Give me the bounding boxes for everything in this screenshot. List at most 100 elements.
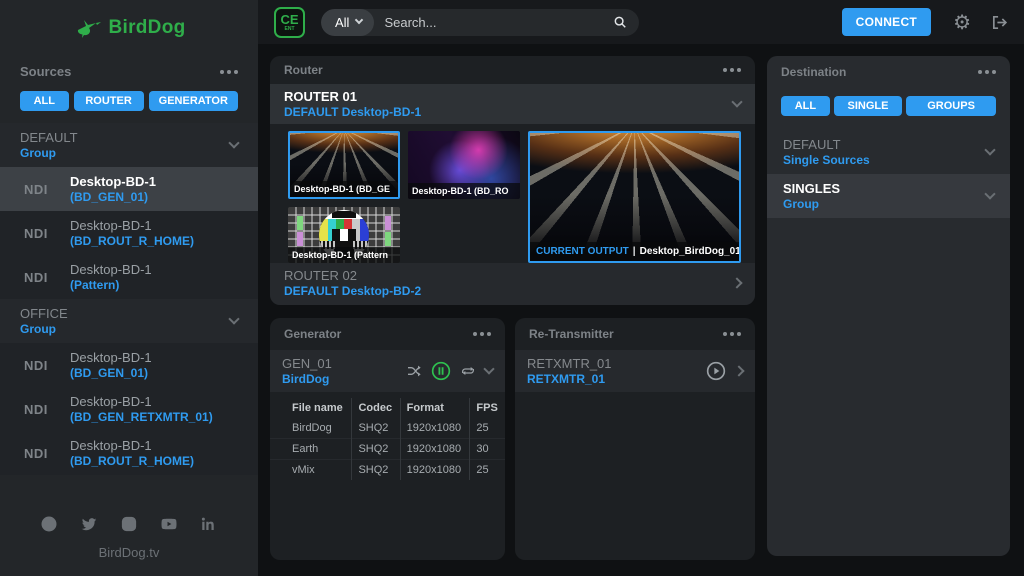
generator-source-name: BirdDog xyxy=(282,372,332,386)
twitter-icon[interactable] xyxy=(80,515,98,533)
thumbnail-label: Desktop-BD-1 (BD_GE xyxy=(290,181,398,197)
table-row[interactable]: vMix SHQ2 1920x1080 25 xyxy=(270,460,505,481)
dest-filter-single-button[interactable]: SINGLE xyxy=(834,96,902,116)
dest-filter-groups-button[interactable]: GROUPS xyxy=(906,96,996,116)
router-menu-icon[interactable] xyxy=(723,68,741,72)
app-root: BirdDog Sources ALL ROUTER GENERATOR DEF… xyxy=(0,0,1024,576)
current-output-thumbnail[interactable]: CURRENT OUTPUT|Desktop_BirdDog_01 (BD_G xyxy=(528,131,741,263)
group-type: Single Sources xyxy=(783,153,870,167)
retransmitter-device-row[interactable]: RETXMTR_01 RETXMTR_01 xyxy=(515,350,755,392)
instagram-icon[interactable] xyxy=(120,515,138,533)
sources-title: Sources xyxy=(20,64,71,79)
cell-fps: 25 xyxy=(470,460,505,481)
group-name: OFFICE xyxy=(20,306,68,321)
chevron-down-icon[interactable] xyxy=(483,363,494,374)
thumbnail-label: Desktop-BD-1 (Pattern xyxy=(288,247,400,263)
source-name: Desktop-BD-1 xyxy=(70,218,194,233)
facebook-icon[interactable] xyxy=(40,515,58,533)
filter-router-button[interactable]: ROUTER xyxy=(74,91,144,111)
sources-menu-icon[interactable] xyxy=(220,70,238,74)
retransmitter-menu-icon[interactable] xyxy=(723,332,741,336)
source-name: Desktop-BD-1 xyxy=(70,438,194,453)
filter-generator-button[interactable]: GENERATOR xyxy=(149,91,238,111)
router-thumbnails: Desktop-BD-1 (BD_GE Desktop-BD-1 (BD_RO … xyxy=(270,124,755,263)
table-row[interactable]: Earth SHQ2 1920x1080 30 xyxy=(270,439,505,460)
destination-group-default[interactable]: DEFAULT Single Sources xyxy=(767,130,1010,174)
ndi-logo-icon: NDI xyxy=(24,446,56,461)
retransmitter-panel: Re-Transmitter RETXMTR_01 RETXMTR_01 xyxy=(515,318,755,560)
source-group-default[interactable]: DEFAULT Group xyxy=(0,123,258,167)
chevron-down-icon[interactable] xyxy=(984,188,995,199)
ndi-logo-icon: NDI xyxy=(24,226,56,241)
cell-codec: SHQ2 xyxy=(352,439,400,460)
gear-icon[interactable]: ⚙ xyxy=(953,10,971,35)
source-name: Desktop-BD-1 xyxy=(70,262,152,277)
source-channel: (BD_ROUT_R_HOME) xyxy=(70,454,194,468)
destination-panel: Destination ALL SINGLE GROUPS DEFAULT Si… xyxy=(767,56,1010,556)
chevron-down-icon[interactable] xyxy=(228,313,239,324)
cell-file-name: BirdDog xyxy=(270,418,352,439)
birddog-tv-link[interactable]: BirdDog.tv xyxy=(0,537,258,576)
destination-group-singles[interactable]: SINGLES Group xyxy=(767,174,1010,218)
source-name: Desktop-BD-1 xyxy=(70,394,213,409)
source-item[interactable]: NDI Desktop-BD-1 (BD_ROUT_R_HOME) xyxy=(0,431,258,475)
source-group-office[interactable]: OFFICE Group xyxy=(0,299,258,343)
router-02-row[interactable]: ROUTER 02 DEFAULT Desktop-BD-2 xyxy=(270,263,755,305)
pause-icon[interactable] xyxy=(431,361,451,381)
connect-button[interactable]: CONNECT xyxy=(842,8,931,36)
generator-device-row[interactable]: GEN_01 BirdDog xyxy=(270,350,505,392)
source-item[interactable]: NDI Desktop-BD-1 (BD_ROUT_R_HOME) xyxy=(0,211,258,255)
source-item[interactable]: NDI Desktop-BD-1 (Pattern) xyxy=(0,255,258,299)
col-format: Format xyxy=(400,398,470,418)
filter-all-button[interactable]: ALL xyxy=(20,91,69,111)
chevron-down-icon[interactable] xyxy=(228,137,239,148)
source-channel: (BD_GEN_01) xyxy=(70,190,156,204)
social-links xyxy=(0,505,258,537)
chevron-right-icon[interactable] xyxy=(731,277,742,288)
search-input[interactable] xyxy=(374,15,613,30)
chevron-down-icon[interactable] xyxy=(984,144,995,155)
generator-device-name: GEN_01 xyxy=(282,356,332,371)
source-channel: (Pattern) xyxy=(70,278,152,292)
source-thumbnail[interactable]: Desktop-BD-1 (BD_GE xyxy=(288,131,400,199)
dest-filter-all-button[interactable]: ALL xyxy=(781,96,830,116)
main-content: Router ROUTER 01 DEFAULT Desktop-BD-1 De… xyxy=(258,44,1024,576)
logout-icon[interactable] xyxy=(991,14,1008,31)
linkedin-icon[interactable] xyxy=(200,515,218,533)
thumbnail-label: Desktop-BD-1 (BD_RO xyxy=(408,183,520,199)
retransmitter-panel-title: Re-Transmitter xyxy=(529,327,614,341)
destination-menu-icon[interactable] xyxy=(978,70,996,74)
source-channel: (BD_ROUT_R_HOME) xyxy=(70,234,194,248)
play-icon[interactable] xyxy=(706,361,726,381)
table-row[interactable]: BirdDog SHQ2 1920x1080 25 xyxy=(270,418,505,439)
shuffle-icon[interactable] xyxy=(406,364,422,378)
router-02-name: ROUTER 02 xyxy=(284,268,421,283)
current-output-prefix: CURRENT OUTPUT xyxy=(536,246,629,257)
source-channel: (BD_GEN_01) xyxy=(70,366,152,380)
source-name: Desktop-BD-1 xyxy=(70,350,152,365)
chevron-down-icon[interactable] xyxy=(731,96,742,107)
router-01-subtitle: DEFAULT Desktop-BD-1 xyxy=(284,105,421,119)
search-scope-dropdown[interactable]: All xyxy=(321,9,374,36)
cell-fps: 25 xyxy=(470,418,505,439)
group-type: Group xyxy=(20,146,78,160)
search-icon[interactable] xyxy=(613,15,627,29)
source-item[interactable]: NDI Desktop-BD-1 (BD_GEN_RETXMTR_01) xyxy=(0,387,258,431)
youtube-icon[interactable] xyxy=(160,515,178,533)
group-name: DEFAULT xyxy=(20,130,78,145)
cell-format: 1920x1080 xyxy=(400,460,470,481)
chevron-right-icon[interactable] xyxy=(733,365,744,376)
badge-line1: CE xyxy=(280,13,298,26)
generator-menu-icon[interactable] xyxy=(473,332,491,336)
router-01-row[interactable]: ROUTER 01 DEFAULT Desktop-BD-1 xyxy=(270,84,755,124)
source-item[interactable]: NDI Desktop-BD-1 (BD_GEN_01) xyxy=(0,343,258,387)
pattern-thumbnail[interactable]: Desktop-BD-1 (Pattern xyxy=(288,207,400,263)
loop-icon[interactable] xyxy=(460,364,476,378)
col-fps: FPS xyxy=(470,398,505,418)
source-thumbnail[interactable]: Desktop-BD-1 (BD_RO xyxy=(408,131,520,199)
ndi-logo-icon: NDI xyxy=(24,358,56,373)
cell-file-name: Earth xyxy=(270,439,352,460)
source-item[interactable]: NDI Desktop-BD-1 (BD_GEN_01) xyxy=(0,167,258,211)
cell-format: 1920x1080 xyxy=(400,439,470,460)
ndi-logo-icon: NDI xyxy=(24,402,56,417)
